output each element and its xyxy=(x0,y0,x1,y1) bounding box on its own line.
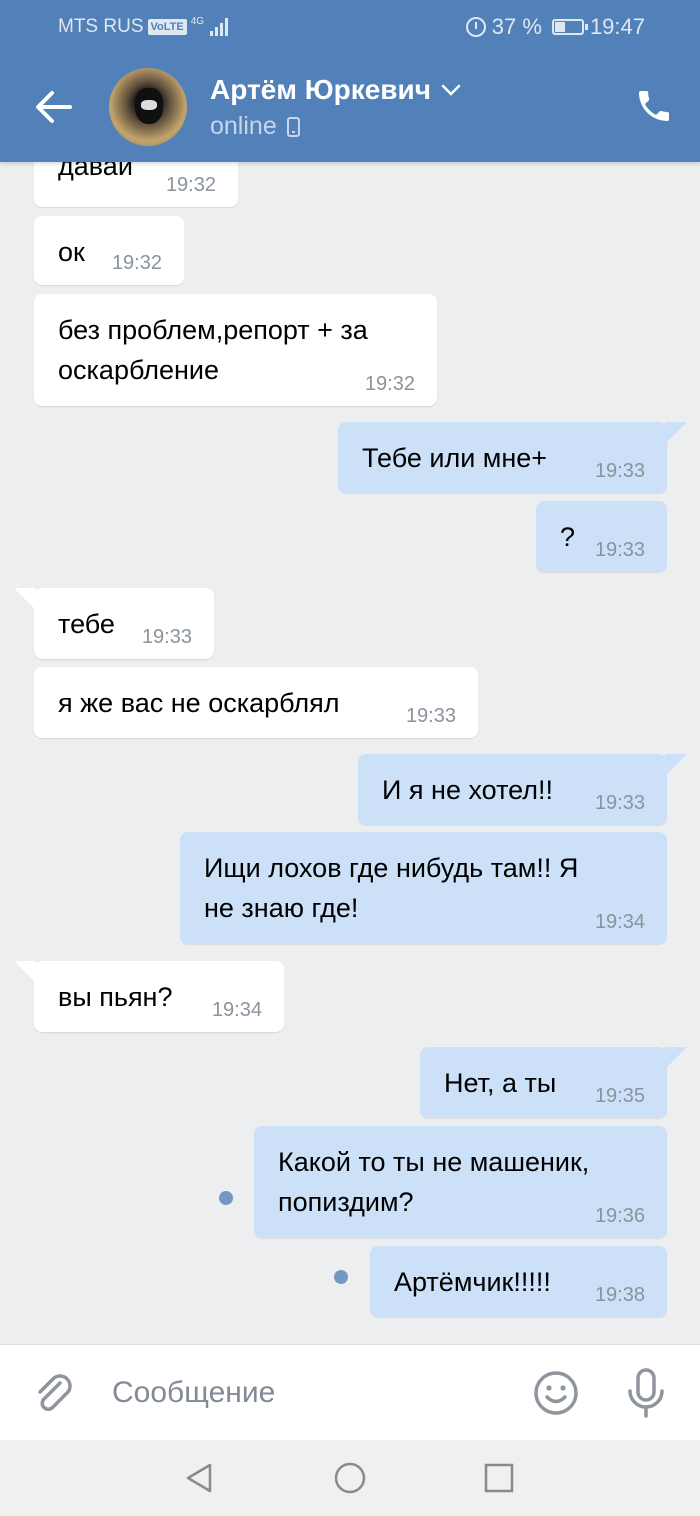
unread-indicator xyxy=(334,1270,348,1284)
message-text: Какой то ты не машеник, попиздим? xyxy=(278,1147,590,1217)
back-button[interactable] xyxy=(30,84,78,130)
system-nav-bar xyxy=(0,1440,700,1516)
signal-icon xyxy=(210,18,229,36)
message-time: 19:32 xyxy=(165,174,216,196)
outgoing-message[interactable]: И я не хотел!! 19:33 xyxy=(358,754,687,825)
message-time: 19:35 xyxy=(594,1085,645,1107)
outgoing-message[interactable]: Тебе или мне+ 19:33 xyxy=(338,422,687,493)
phone-icon xyxy=(639,91,669,121)
contact-name[interactable]: Артём Юркевич xyxy=(210,74,461,106)
circle-home-icon xyxy=(334,1462,366,1494)
system-home-button[interactable] xyxy=(332,1460,368,1496)
battery-fill xyxy=(554,22,565,32)
triangle-back-icon xyxy=(186,1463,212,1493)
message-text: Ищи лохов где нибудь там!! Я не знаю где… xyxy=(204,853,579,923)
battery-percent: 37 % xyxy=(491,14,542,39)
arrow-left-icon xyxy=(36,91,72,123)
message-time: 19:34 xyxy=(211,999,262,1021)
contact-status: online xyxy=(210,112,300,141)
call-button[interactable] xyxy=(634,86,674,126)
bubble-tail xyxy=(14,588,36,610)
message-text: я же вас не оскарблял xyxy=(58,688,340,718)
incoming-message[interactable]: без проблем,репорт + за оскарбление 19:32 xyxy=(34,294,437,406)
battery-icon xyxy=(551,19,588,35)
outgoing-message[interactable]: Артёмчик!!!!! 19:38 xyxy=(370,1246,667,1317)
bubble-tail xyxy=(665,422,687,444)
incoming-message[interactable]: ок 19:32 xyxy=(34,216,184,285)
avatar[interactable] xyxy=(109,68,187,146)
microphone-icon xyxy=(628,1368,664,1418)
status-right: 37 % 19:47 xyxy=(465,14,645,40)
composer xyxy=(0,1344,700,1440)
emoji-button[interactable] xyxy=(532,1369,580,1417)
incoming-message[interactable]: тебе 19:33 xyxy=(14,588,214,659)
message-time: 19:38 xyxy=(594,1284,645,1306)
clock: 19:47 xyxy=(589,14,645,39)
outgoing-message[interactable]: Какой то ты не машеник, попиздим? 19:36 xyxy=(254,1126,667,1238)
incoming-message[interactable]: вы пьян? 19:34 xyxy=(14,961,284,1032)
status-left: MTS RUS VoLTE 4G xyxy=(58,15,229,38)
message-text: без проблем,репорт + за оскарбление xyxy=(58,315,368,385)
paperclip-icon xyxy=(38,1374,72,1411)
bubble-tail xyxy=(14,961,36,983)
carrier-label: MTS RUS xyxy=(58,16,144,37)
message-time: 19:34 xyxy=(594,911,645,933)
network-type: 4G xyxy=(190,15,205,27)
volte-badge: VoLTE xyxy=(147,19,187,35)
incoming-message[interactable]: я же вас не оскарблял 19:33 xyxy=(34,667,478,738)
chevron-down-icon xyxy=(441,84,461,96)
bubble-tail xyxy=(665,1047,687,1069)
bubble-tail xyxy=(665,754,687,776)
system-back-button[interactable] xyxy=(182,1460,218,1496)
status-bar: MTS RUS VoLTE 4G 37 % 19:47 xyxy=(0,0,700,52)
message-time: 19:32 xyxy=(111,252,162,274)
message-time: 19:33 xyxy=(405,705,456,727)
attach-button[interactable] xyxy=(30,1369,78,1417)
alarm-icon xyxy=(465,17,486,37)
message-time: 19:33 xyxy=(594,539,645,561)
avatar-image xyxy=(135,88,163,124)
message-time: 19:33 xyxy=(141,626,192,648)
unread-indicator xyxy=(219,1191,233,1205)
message-time: 19:32 xyxy=(364,373,415,395)
outgoing-message[interactable]: Ищи лохов где нибудь там!! Я не знаю где… xyxy=(180,832,667,944)
smiley-icon xyxy=(534,1371,578,1415)
message-input[interactable] xyxy=(112,1371,512,1415)
message-time: 19:36 xyxy=(594,1205,645,1227)
voice-message-button[interactable] xyxy=(624,1367,668,1419)
chat-header: MTS RUS VoLTE 4G 37 % 19:47 Артём Юркеви… xyxy=(0,0,700,162)
mobile-icon xyxy=(286,116,300,137)
outgoing-message[interactable]: Нет, а ты 19:35 xyxy=(420,1047,687,1118)
outgoing-message[interactable]: ? 19:33 xyxy=(536,501,667,572)
system-recents-button[interactable] xyxy=(481,1460,517,1496)
message-time: 19:33 xyxy=(594,792,645,814)
online-label: online xyxy=(210,112,277,140)
contact-name-label: Артём Юркевич xyxy=(210,74,431,105)
message-time: 19:33 xyxy=(594,460,645,482)
square-recents-icon xyxy=(484,1463,514,1493)
